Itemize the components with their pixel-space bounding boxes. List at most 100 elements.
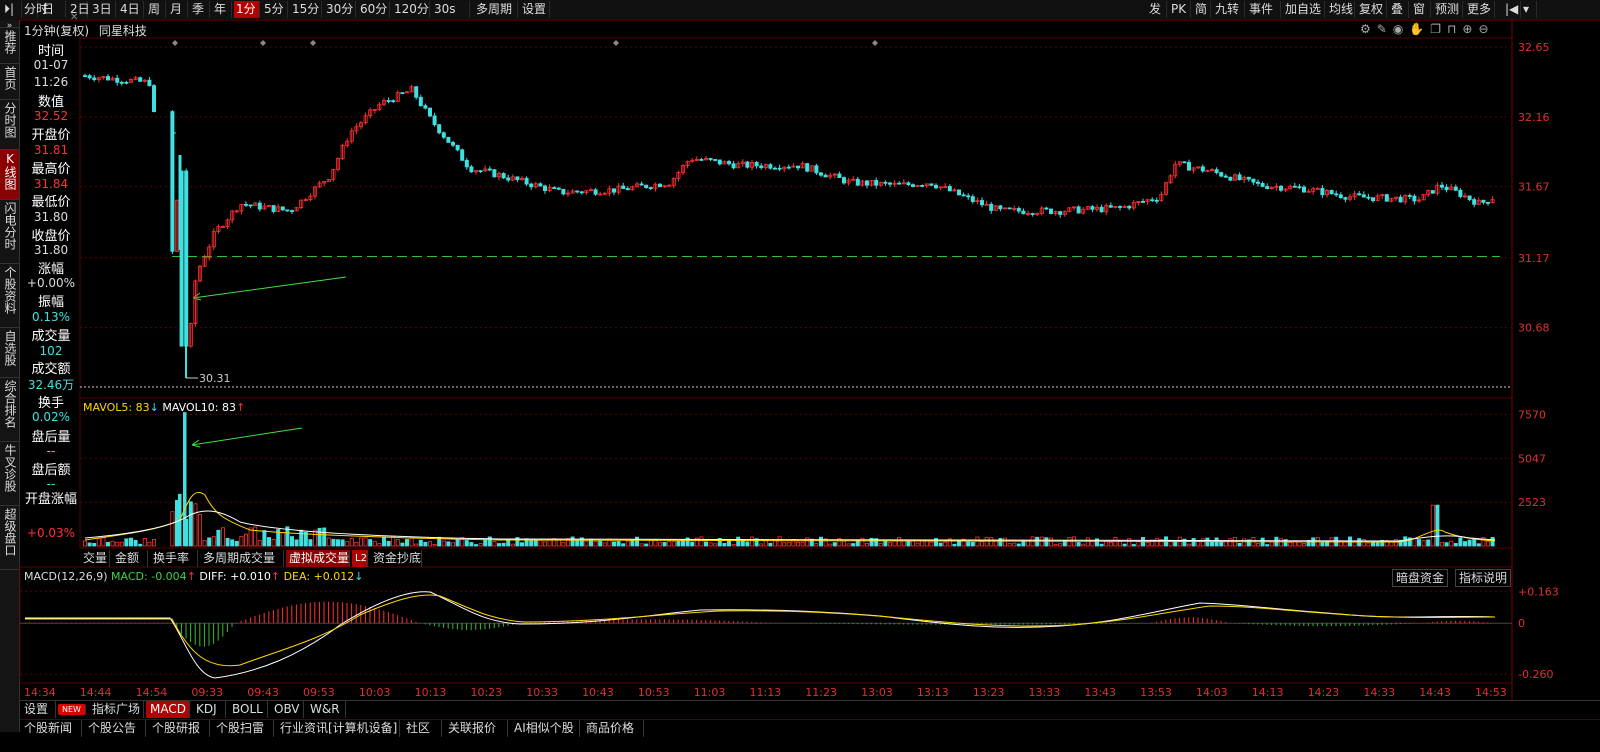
- time-tick: 09:53: [303, 686, 335, 699]
- news-tab-5[interactable]: 社区: [402, 720, 442, 737]
- volume-tab-3[interactable]: 多周期成交量: [200, 550, 284, 567]
- candle-body: [460, 149, 465, 161]
- candle-body: [285, 209, 290, 212]
- news-tab-7[interactable]: AI相似个股: [510, 720, 580, 737]
- volume-bar: [842, 540, 847, 547]
- volume-bar: [750, 536, 755, 547]
- volume-bar: [207, 537, 212, 547]
- volume-bar: [427, 541, 432, 547]
- volume-tab-1[interactable]: 金额: [112, 550, 148, 567]
- volume-bar: [745, 541, 750, 547]
- indicator-tab-5[interactable]: BOLL: [228, 701, 268, 718]
- volume-bar: [593, 541, 598, 547]
- candle-body: [1366, 196, 1371, 199]
- candle-body: [814, 165, 819, 174]
- volume-bar: [980, 541, 985, 547]
- indicator-tab-2[interactable]: 指标广场: [88, 701, 144, 718]
- volume-tab-6[interactable]: 资金抄底: [370, 550, 422, 567]
- volume-bar: [216, 529, 221, 547]
- volume-tick-label: 2523: [1518, 496, 1546, 509]
- volume-bar: [432, 544, 437, 547]
- volume-bar: [952, 543, 957, 547]
- volume-bar: [538, 539, 543, 547]
- indicator-tab-1[interactable]: NEW: [58, 704, 86, 715]
- volume-bar: [349, 537, 354, 547]
- indicator-tab-6[interactable]: OBV: [270, 701, 304, 718]
- candle-body: [865, 180, 870, 186]
- volume-bar: [170, 511, 175, 547]
- volume-bar: [796, 541, 801, 547]
- mavol-legend: MAVOL5: 83↓ MAVOL10: 83↑: [83, 401, 245, 414]
- candle-body: [773, 167, 778, 170]
- candle-body: [487, 168, 492, 171]
- dark-money-button[interactable]: 暗盘资金: [1392, 569, 1449, 587]
- volume-bar: [106, 541, 111, 547]
- candle-body: [1246, 176, 1251, 180]
- volume-tab-2[interactable]: 换手率: [150, 550, 198, 567]
- volume-bar: [400, 542, 405, 547]
- candle-body: [1099, 206, 1104, 213]
- volume-bar: [289, 536, 294, 547]
- candle-body: [934, 184, 939, 189]
- indicator-help-button[interactable]: 指标说明: [1455, 569, 1512, 587]
- volume-bar: [924, 540, 929, 547]
- news-tab-3[interactable]: 个股扫雷: [212, 720, 274, 737]
- volume-bar: [667, 541, 672, 547]
- news-tab-8[interactable]: 商品价格: [582, 720, 644, 737]
- volume-bar: [906, 540, 911, 547]
- volume-bar: [368, 539, 373, 547]
- candle-body: [1030, 213, 1035, 215]
- volume-tab-5[interactable]: L2: [352, 550, 368, 567]
- news-tab-0[interactable]: 个股新闻: [20, 720, 82, 737]
- news-tab-2[interactable]: 个股研报: [148, 720, 210, 737]
- candle-body: [874, 180, 879, 186]
- volume-bar: [782, 542, 787, 547]
- candle-body: [1292, 185, 1297, 188]
- volume-tab-4[interactable]: 虚拟成交量: [286, 550, 350, 567]
- news-tab-4[interactable]: 行业资讯[计算机设备]: [276, 720, 400, 737]
- volume-bar: [1076, 542, 1081, 547]
- volume-bar: [722, 543, 727, 547]
- candle-body: [1058, 211, 1063, 215]
- volume-bar: [478, 543, 483, 547]
- volume-bar: [1256, 542, 1261, 547]
- volume-bar: [1049, 537, 1054, 547]
- volume-bar: [648, 539, 653, 547]
- volume-tick-label: 5047: [1518, 452, 1546, 465]
- candle-body: [1412, 195, 1417, 202]
- volume-bar: [450, 542, 455, 547]
- volume-bar: [230, 539, 235, 547]
- news-tab-1[interactable]: 个股公告: [84, 720, 146, 737]
- candle-body: [455, 144, 460, 151]
- candle-body: [1320, 188, 1325, 196]
- volume-bar: [110, 540, 115, 547]
- volume-bar: [220, 527, 225, 547]
- volume-bar: [929, 541, 934, 547]
- volume-bar: [851, 543, 856, 547]
- volume-bar: [326, 537, 331, 547]
- indicator-tab-7[interactable]: W&R: [306, 701, 346, 718]
- volume-bar: [404, 539, 409, 547]
- candle-body: [1118, 206, 1123, 208]
- candle-body: [1256, 181, 1261, 184]
- candle-body: [768, 164, 773, 169]
- volume-bar: [883, 540, 888, 547]
- volume-bar: [984, 536, 989, 547]
- news-tab-6[interactable]: 关联报价: [444, 720, 508, 737]
- candle-body: [1297, 186, 1302, 189]
- volume-bar: [469, 542, 474, 547]
- volume-bar: [1154, 538, 1159, 547]
- chart-canvas[interactable]: 30.31 32.65 32.16 31.67 31.17 30.68 7570 5047 2…: [0, 0, 1600, 752]
- volume-tab-0[interactable]: 交量: [80, 550, 110, 567]
- indicator-tab-3[interactable]: MACD: [146, 701, 190, 718]
- volume-bar: [533, 540, 538, 547]
- volume-bar: [602, 542, 607, 547]
- volume-bar: [1210, 542, 1215, 547]
- indicator-tab-4[interactable]: KDJ: [192, 701, 226, 718]
- volume-bar: [1223, 541, 1228, 547]
- indicator-tab-0[interactable]: 设置: [20, 701, 56, 718]
- volume-bar: [1463, 541, 1468, 547]
- volume-bar: [671, 541, 676, 547]
- time-tick: 13:53: [1140, 686, 1172, 699]
- time-tick: 09:43: [247, 686, 279, 699]
